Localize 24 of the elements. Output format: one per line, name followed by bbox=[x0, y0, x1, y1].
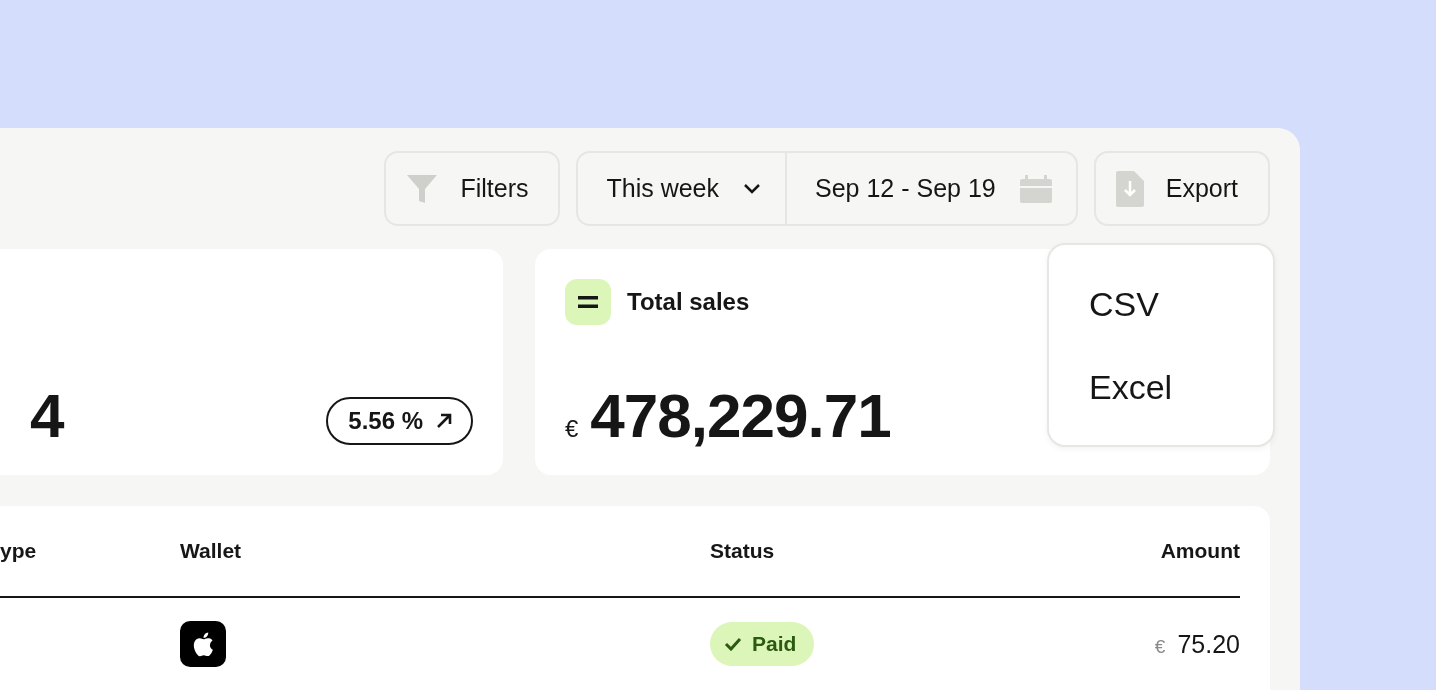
calendar-icon bbox=[1019, 174, 1052, 203]
period-dropdown[interactable]: This week bbox=[578, 153, 786, 224]
chevron-down-icon bbox=[743, 182, 762, 195]
stat-value: 4 bbox=[30, 385, 64, 447]
currency-symbol: € bbox=[565, 415, 579, 443]
export-button[interactable]: Export bbox=[1093, 151, 1270, 226]
change-badge: 5.56 % bbox=[326, 397, 473, 445]
filter-icon bbox=[406, 172, 439, 205]
filters-button[interactable]: Filters bbox=[384, 151, 561, 226]
equals-icon bbox=[565, 279, 611, 325]
menu-item[interactable]: Excel bbox=[1089, 368, 1273, 407]
status-badge: Paid bbox=[710, 622, 815, 666]
wallet-icon bbox=[180, 621, 226, 667]
column-header: Status bbox=[710, 539, 776, 563]
column-header: ype bbox=[0, 539, 38, 563]
column-header: Amount bbox=[1160, 539, 1240, 563]
stat-value: 478,229.71 bbox=[590, 385, 891, 447]
amount-cell: 75.20 bbox=[1177, 629, 1240, 659]
file-download-icon bbox=[1115, 170, 1144, 207]
column-header: Wallet bbox=[180, 539, 243, 563]
card-title: Total sales bbox=[627, 288, 750, 316]
menu-item[interactable]: CSV bbox=[1089, 285, 1273, 324]
currency-symbol: € bbox=[1154, 635, 1166, 658]
date-range-picker[interactable]: Sep 12 - Sep 19 bbox=[785, 153, 1076, 224]
